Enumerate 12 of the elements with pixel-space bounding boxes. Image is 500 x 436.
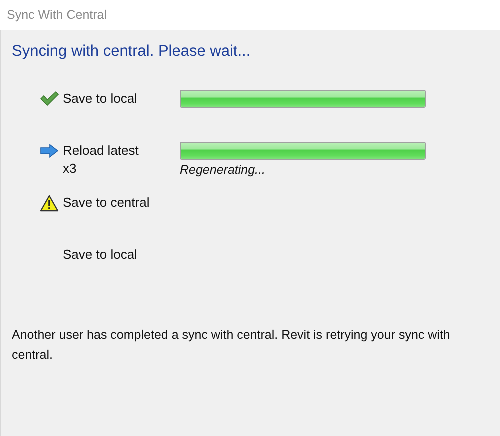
- step-label: Reload latest: [63, 142, 140, 160]
- step-label: Save to central: [63, 194, 151, 212]
- status-text: Regenerating...: [180, 162, 266, 178]
- window-title: Sync With Central: [7, 8, 108, 22]
- heading: Syncing with central. Please wait...: [12, 42, 252, 62]
- retry-count: x3: [63, 161, 78, 177]
- step-label: Save to local: [63, 90, 138, 108]
- status-message: Another user has completed a sync with central. Revit is retrying your sync with central.: [12, 327, 452, 364]
- checkmark-icon: [40, 91, 59, 107]
- step-label: Save to local: [63, 246, 138, 264]
- right-arrow-icon: [40, 144, 59, 158]
- warning-icon: [40, 194, 59, 212]
